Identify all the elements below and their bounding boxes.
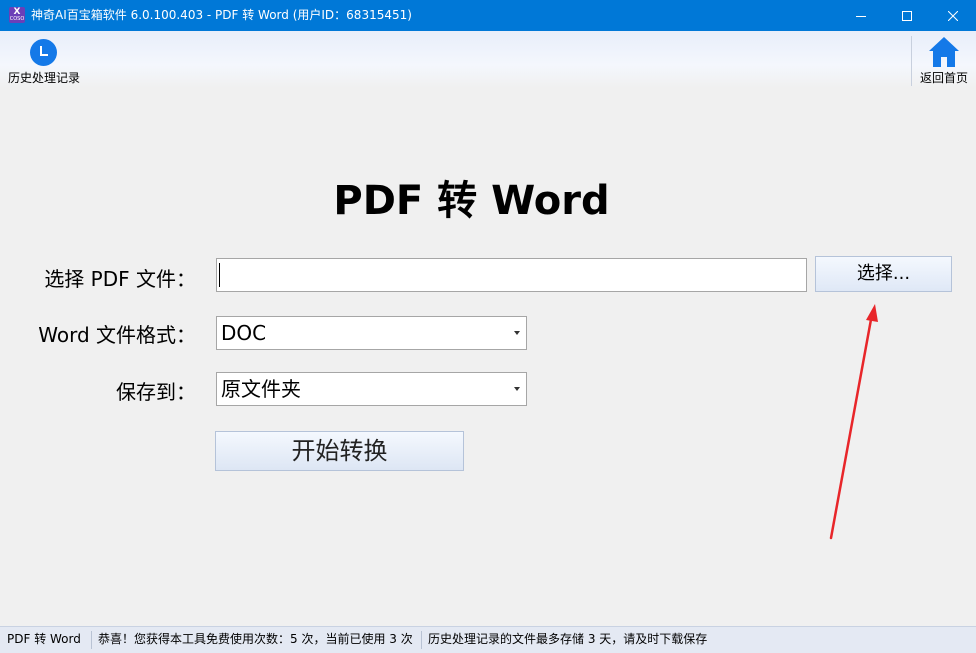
close-icon bbox=[948, 10, 958, 21]
dropdown-arrow-icon bbox=[514, 331, 520, 335]
home-button[interactable]: 返回首页 bbox=[914, 36, 974, 86]
annotation-arrow-icon bbox=[829, 304, 878, 540]
status-tool-name: PDF 转 Word bbox=[7, 632, 81, 646]
status-divider bbox=[421, 631, 422, 649]
format-select[interactable]: DOC bbox=[216, 316, 527, 350]
status-divider bbox=[91, 631, 92, 649]
toolbar-divider bbox=[911, 36, 912, 86]
app-logo-icon: X COSO bbox=[9, 7, 25, 23]
close-button[interactable] bbox=[930, 0, 976, 31]
format-selected-value: DOC bbox=[221, 321, 267, 345]
history-button[interactable]: 历史处理记录 bbox=[4, 38, 84, 86]
home-label: 返回首页 bbox=[919, 71, 968, 85]
window-title: 神奇AI百宝箱软件 6.0.100.403 - PDF 转 Word (用户ID… bbox=[31, 8, 412, 22]
save-location-label: 保存到： bbox=[116, 380, 196, 404]
home-icon bbox=[929, 37, 959, 67]
minimize-icon bbox=[856, 15, 866, 17]
clock-icon bbox=[30, 39, 57, 66]
title-bar: X COSO 神奇AI百宝箱软件 6.0.100.403 - PDF 转 Wor… bbox=[0, 0, 976, 31]
dropdown-arrow-icon bbox=[514, 387, 520, 391]
text-caret bbox=[219, 263, 220, 287]
history-label: 历史处理记录 bbox=[7, 71, 80, 85]
format-label: Word 文件格式： bbox=[38, 323, 196, 347]
file-label: 选择 PDF 文件： bbox=[44, 267, 196, 291]
status-bar: PDF 转 Word 恭喜！您获得本工具免费使用次数：5 次，当前已使用 3 次… bbox=[0, 626, 976, 653]
app-logo-subtext: COSO bbox=[9, 16, 25, 22]
maximize-button[interactable] bbox=[884, 0, 930, 31]
maximize-icon bbox=[902, 10, 912, 21]
toolbar: 历史处理记录 返回首页 bbox=[0, 31, 976, 88]
choose-file-button[interactable]: 选择... bbox=[815, 256, 952, 292]
file-path-input[interactable] bbox=[216, 258, 807, 292]
start-convert-button[interactable]: 开始转换 bbox=[215, 431, 464, 471]
status-storage-text: 历史处理记录的文件最多存储 3 天，请及时下载保存 bbox=[428, 632, 708, 646]
status-usage-text: 恭喜！您获得本工具免费使用次数：5 次，当前已使用 3 次 bbox=[98, 632, 413, 646]
save-location-selected-value: 原文件夹 bbox=[221, 377, 301, 401]
minimize-button[interactable] bbox=[838, 0, 884, 31]
page-title: PDF 转 Word bbox=[333, 178, 610, 224]
save-location-select[interactable]: 原文件夹 bbox=[216, 372, 527, 406]
